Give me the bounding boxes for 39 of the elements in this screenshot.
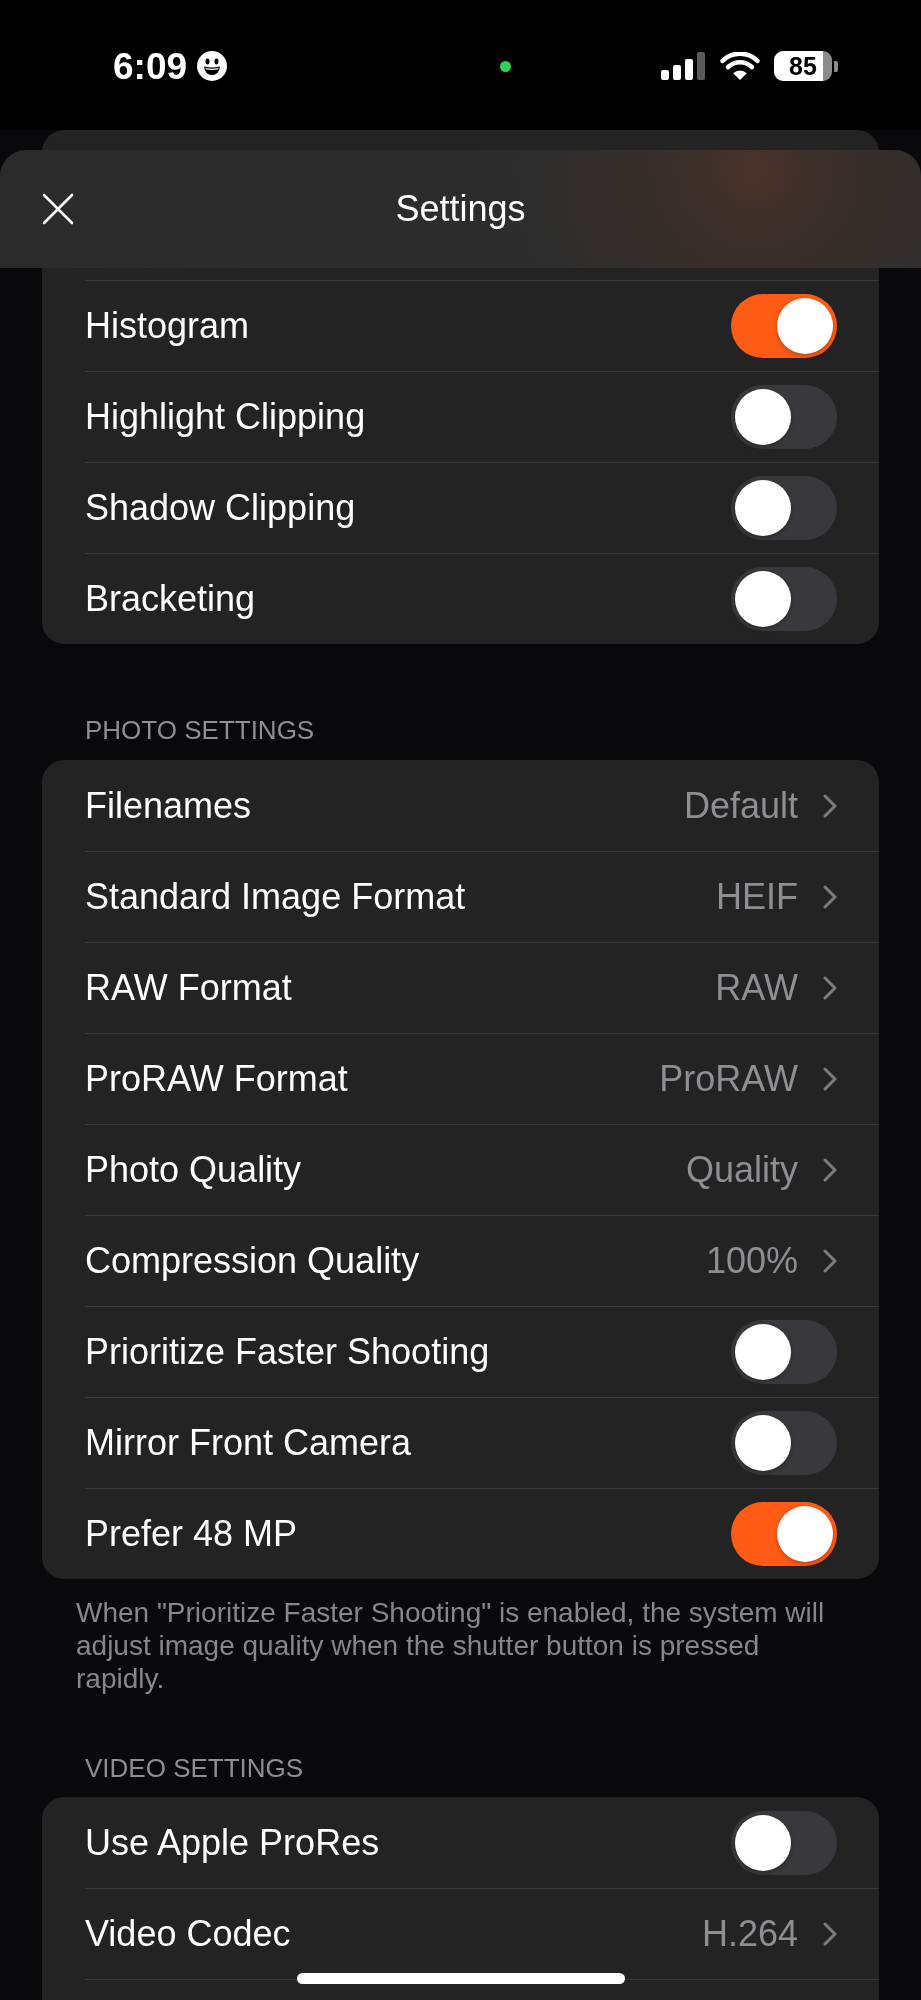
- setting-label: Mirror Front Camera: [85, 1421, 412, 1465]
- setting-label: Prioritize Faster Shooting: [85, 1330, 490, 1374]
- signal-icon: [661, 52, 706, 80]
- setting-label: Shadow Clipping: [85, 486, 356, 530]
- chevron-icon[interactable]: [823, 976, 837, 1000]
- setting-label: ProRAW Format: [85, 1057, 348, 1101]
- setting-label: Photo Quality: [85, 1148, 302, 1192]
- close-icon[interactable]: [42, 193, 74, 225]
- setting-label: Compression Quality: [85, 1239, 420, 1283]
- setting-label: Highlight Clipping: [85, 395, 366, 439]
- header-title: Settings: [395, 187, 526, 231]
- setting-label: RAW Format: [85, 966, 292, 1010]
- setting-label: Histogram: [85, 304, 250, 348]
- section-header: PHOTO SETTINGS: [85, 714, 316, 746]
- setting-label: Filenames: [85, 783, 252, 828]
- setting-value[interactable]: ProRAW: [659, 1057, 798, 1101]
- setting-value[interactable]: 100%: [705, 1239, 798, 1283]
- setting-label: Use Apple ProRes: [85, 1820, 380, 1865]
- setting-value[interactable]: HEIF: [716, 875, 798, 919]
- chevron-icon[interactable]: [823, 1249, 837, 1273]
- battery-indicator: 85: [774, 51, 838, 81]
- setting-value[interactable]: Default: [683, 783, 798, 828]
- setting-value[interactable]: RAW: [715, 966, 798, 1010]
- smiley-icon: [197, 51, 228, 81]
- setting-label: Video Codec: [85, 1912, 291, 1956]
- section-header: VIDEO SETTINGS: [85, 1752, 305, 1784]
- setting-value[interactable]: Quality: [685, 1148, 798, 1192]
- chevron-icon[interactable]: [823, 1158, 837, 1182]
- chevron-icon[interactable]: [823, 885, 837, 909]
- chevron-icon[interactable]: [823, 1922, 837, 1946]
- section-footnote: When "Prioritize Faster Shooting" is enabled, the system will adjust image quality when the shutter button is pressed rapidly.: [76, 1596, 826, 1695]
- wifi-icon: [720, 52, 760, 80]
- status-time: 6:09: [113, 47, 188, 85]
- setting-label: Standard Image Format: [85, 875, 466, 919]
- chevron-icon[interactable]: [823, 1067, 837, 1091]
- setting-label: Bracketing: [85, 577, 256, 621]
- chevron-icon[interactable]: [823, 793, 837, 818]
- setting-label: Prefer 48 MP: [85, 1512, 298, 1556]
- setting-value[interactable]: H.264: [701, 1912, 798, 1956]
